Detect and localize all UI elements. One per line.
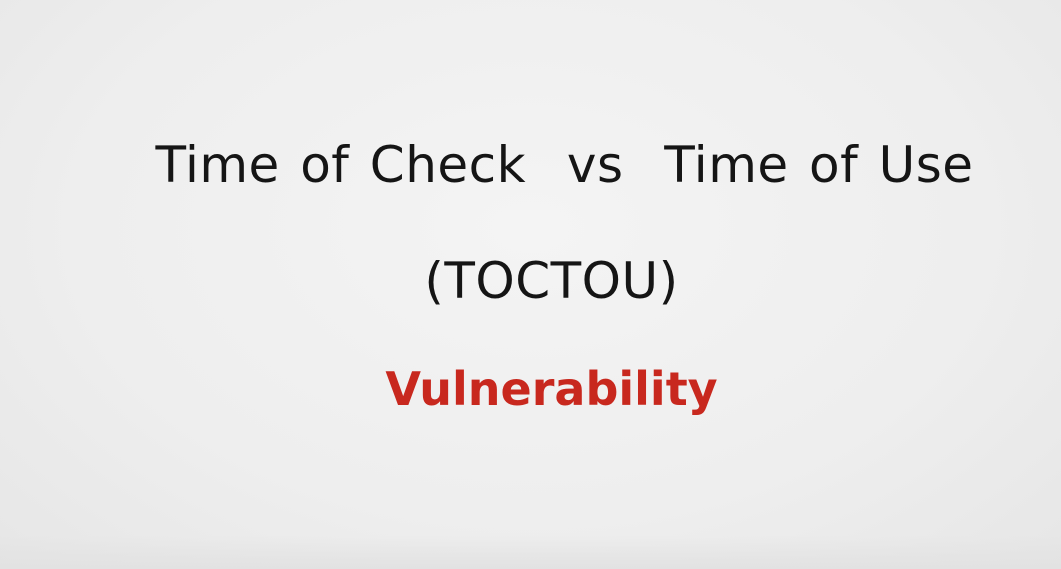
slide-canvas: Time of Check vs Time of Use (TOCTOU) Vu… bbox=[0, 0, 1061, 569]
slide-emphasis: Vulnerability bbox=[385, 362, 718, 416]
bottom-shade bbox=[0, 535, 1061, 569]
slide-subtitle: (TOCTOU) bbox=[424, 252, 679, 310]
slide-title: Time of Check vs Time of Use bbox=[155, 136, 974, 194]
